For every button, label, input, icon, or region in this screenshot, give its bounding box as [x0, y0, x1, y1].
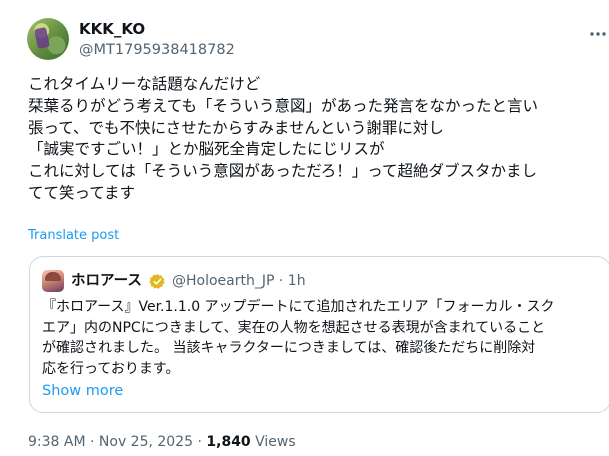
- post-text-line: 張って、でも不快にさせたからすみませんという謝罪に対し: [28, 118, 444, 137]
- quoted-text-line: が確認されました。 当該キャラクターにつきましては、確認後ただちに削除対: [42, 340, 536, 356]
- quoted-author-avatar: [42, 270, 64, 292]
- quoted-post-text: 『ホロアース』Ver.1.1.0 アップデートにて追加されたエリア「フォーカル・…: [42, 297, 602, 379]
- verified-badge-icon: [149, 274, 165, 289]
- views-count: 1,840: [206, 434, 251, 450]
- post-text-line: 栞葉るりがどう考えても「そういう意図」があった発言をなかったと言い: [28, 96, 538, 115]
- quoted-author-meta: @Holoearth_JP · 1h: [172, 271, 306, 291]
- author-display-name[interactable]: KKK_KO: [79, 19, 145, 39]
- translate-post-link[interactable]: Translate post: [28, 227, 119, 245]
- quoted-text-line: 『ホロアース』Ver.1.1.0 アップデートにて追加されたエリア「フォーカル・…: [42, 299, 555, 315]
- show-more-link[interactable]: Show more: [42, 381, 123, 401]
- quoted-text-line: 応を行っております。: [42, 360, 180, 377]
- quoted-post-time: 1h: [287, 273, 306, 289]
- more-options-icon[interactable]: [588, 24, 608, 44]
- post-text-line: 「誠実ですごい！」とか脳死全肯定したにじリスが: [28, 140, 385, 159]
- post-date[interactable]: Nov 25, 2025: [99, 434, 193, 450]
- post-text-line: てて笑ってます: [28, 183, 135, 202]
- post-text-line: これに対しては「そういう意図があっただろ！」って超絶ダブスタかまし: [28, 162, 538, 181]
- post-text-line: これタイムリーな話題なんだけど: [28, 75, 261, 93]
- views-label: Views: [255, 434, 296, 450]
- ellipsis-icon: [590, 32, 606, 36]
- meta-separator: ·: [197, 434, 202, 450]
- meta-separator: ·: [90, 434, 95, 450]
- author-avatar[interactable]: [27, 18, 69, 60]
- post: KKK_KO @MT1795938418782 これタイムリーな話題なんだけど …: [0, 0, 609, 456]
- post-meta: 9:38 AM · Nov 25, 2025 · 1,840 Views: [28, 432, 296, 452]
- author-handle[interactable]: @MT1795938418782: [79, 40, 235, 60]
- quoted-post-card[interactable]: ホロアース @Holoearth_JP · 1h 『ホロアース』Ver.1.1.…: [29, 256, 609, 413]
- meta-separator: ·: [278, 273, 284, 289]
- quoted-text-line: エア」内のNPCにつきまして、実在の人物を想起させる表現が含まれていること: [42, 319, 546, 336]
- quoted-author-handle: @Holoearth_JP: [172, 273, 275, 289]
- quoted-author-display-name: ホロアース: [71, 273, 142, 289]
- post-time[interactable]: 9:38 AM: [28, 434, 86, 450]
- post-text: これタイムリーな話題なんだけど 栞葉るりがどう考えても「そういう意図」があった発…: [28, 74, 606, 205]
